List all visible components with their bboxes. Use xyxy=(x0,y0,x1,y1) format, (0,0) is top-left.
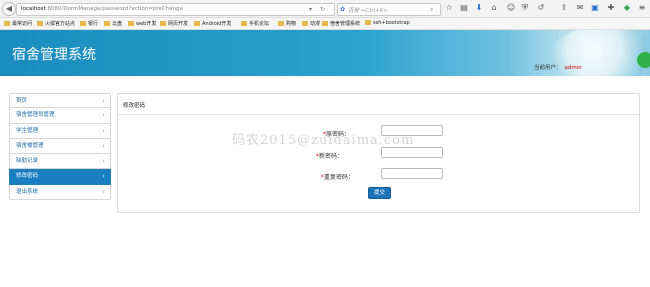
app-title: 宿舍管理系统 xyxy=(12,47,96,63)
submit-button[interactable]: 提交 xyxy=(368,187,391,199)
sidebar-item-change-password[interactable]: 修改密码 › xyxy=(9,169,111,185)
bookmark-item[interactable]: 最常访问 xyxy=(4,20,32,27)
magnifier-icon[interactable]: ⌕ xyxy=(430,6,433,14)
chevron-right-icon: › xyxy=(102,111,105,120)
sidebar-item-dorm-admin[interactable]: 宿舍管理员管理 › xyxy=(9,108,111,124)
sidebar-item-students[interactable]: 学生管理 › xyxy=(9,123,111,139)
folder-icon xyxy=(322,21,328,26)
chevron-right-icon: › xyxy=(102,187,105,196)
sync-icon[interactable]: ↺ xyxy=(536,3,546,13)
repeat-password-label: *重复密码： xyxy=(320,174,354,181)
old-password-label: *原密码： xyxy=(322,131,350,138)
star-icon[interactable]: ☆ xyxy=(444,3,454,13)
baidu-search-icon: ✿ xyxy=(340,6,346,13)
bookmark-item[interactable]: 动漫 xyxy=(302,20,320,27)
bookmark-item[interactable]: web开发 xyxy=(128,20,156,27)
bookmark-item[interactable]: 手机论坛 xyxy=(241,20,269,27)
folder-icon xyxy=(104,21,110,26)
dropdown-icon[interactable]: ▾ xyxy=(309,6,312,13)
folder-icon xyxy=(302,21,308,26)
puzzle-icon[interactable]: ✚ xyxy=(606,3,616,13)
chevron-right-icon: › xyxy=(102,126,105,135)
app-header: 宿舍管理系统 当前用户： admin xyxy=(0,30,650,76)
chevron-right-icon: › xyxy=(102,141,105,150)
new-password-label: *新密码： xyxy=(315,153,343,160)
chevron-right-icon: › xyxy=(102,157,105,166)
comment-icon[interactable]: ✉ xyxy=(575,3,585,13)
folder-icon xyxy=(278,21,284,26)
chevron-right-icon: › xyxy=(102,97,105,105)
sidebar-item-home[interactable]: 首页 › xyxy=(9,93,111,109)
bookmark-item[interactable]: 银行 xyxy=(80,20,98,27)
user-name: admin xyxy=(564,65,582,71)
sidebar-item-buildings[interactable]: 宿舍楼管理 › xyxy=(9,138,111,155)
menu-icon[interactable]: ≡ xyxy=(637,3,647,13)
panel-header: 修改密码 xyxy=(118,94,639,115)
screenshot-icon[interactable]: ▣ xyxy=(590,3,600,13)
sidebar-nav: 首页 › 宿舍管理员管理 › 学生管理 › 宿舍楼管理 › 缺勤记录 › 修改密码 › 退出… xyxy=(9,93,111,201)
address-bar[interactable]: localhost:8080/DormManage/password?actio… xyxy=(16,3,335,16)
folder-icon xyxy=(365,20,371,25)
search-placeholder: 百度 <Ctrl+K> xyxy=(348,8,388,14)
addon-icon[interactable]: ◆ xyxy=(622,3,632,13)
back-icon[interactable]: ◀ xyxy=(2,2,16,16)
panel-title: 修改密码 xyxy=(123,103,146,109)
sidebar-item-logout[interactable]: 退出系统 › xyxy=(9,184,111,201)
sidebar-item-absence[interactable]: 缺勤记录 › xyxy=(9,154,111,170)
bookmark-item[interactable]: 火狐官方站点 xyxy=(37,20,75,27)
repeat-password-input[interactable] xyxy=(381,168,443,179)
folder-icon xyxy=(128,21,134,26)
current-user: 当前用户： admin xyxy=(534,65,582,71)
folder-icon xyxy=(241,21,247,26)
search-bar[interactable]: ✿ 百度 <Ctrl+K> ⌕ xyxy=(337,3,441,16)
chevron-right-icon: › xyxy=(102,172,105,181)
bookmark-item[interactable]: 网页开发 xyxy=(160,20,188,27)
folder-icon xyxy=(4,21,10,26)
bookmark-item[interactable]: 购物 xyxy=(278,20,296,27)
folder-icon xyxy=(80,21,86,26)
reload-icon[interactable]: ↻ xyxy=(320,6,325,13)
old-password-input[interactable] xyxy=(381,125,443,136)
shield-icon[interactable]: ⛨ xyxy=(520,3,530,13)
share-icon[interactable]: ⇪ xyxy=(559,3,569,13)
folder-icon xyxy=(160,21,166,26)
bookmark-item[interactable]: 云盘 xyxy=(104,20,122,27)
browser-toolbar: ◀ localhost:8080/DormManage/password?act… xyxy=(0,0,650,18)
reading-list-icon[interactable]: ▤ xyxy=(459,3,469,13)
bookmarks-bar: 最常访问 火狐官方站点 银行 云盘 web开发 网页开发 Android开发 手… xyxy=(0,18,650,30)
new-password-input[interactable] xyxy=(381,147,443,158)
bookmark-item[interactable]: Android开发 xyxy=(194,20,231,27)
chat-icon[interactable]: ☺ xyxy=(506,3,516,13)
status-badge-icon xyxy=(637,52,650,68)
home-icon[interactable]: ⌂ xyxy=(489,3,499,13)
folder-icon xyxy=(37,21,43,26)
url-text: localhost:8080/DormManage/password?actio… xyxy=(21,6,183,12)
download-icon[interactable]: ⬇ xyxy=(474,3,484,13)
bookmark-item[interactable]: ssh+bootstrap xyxy=(365,20,410,26)
bookmark-item[interactable]: 宿舍管理系统 xyxy=(322,20,360,27)
folder-icon xyxy=(194,21,200,26)
